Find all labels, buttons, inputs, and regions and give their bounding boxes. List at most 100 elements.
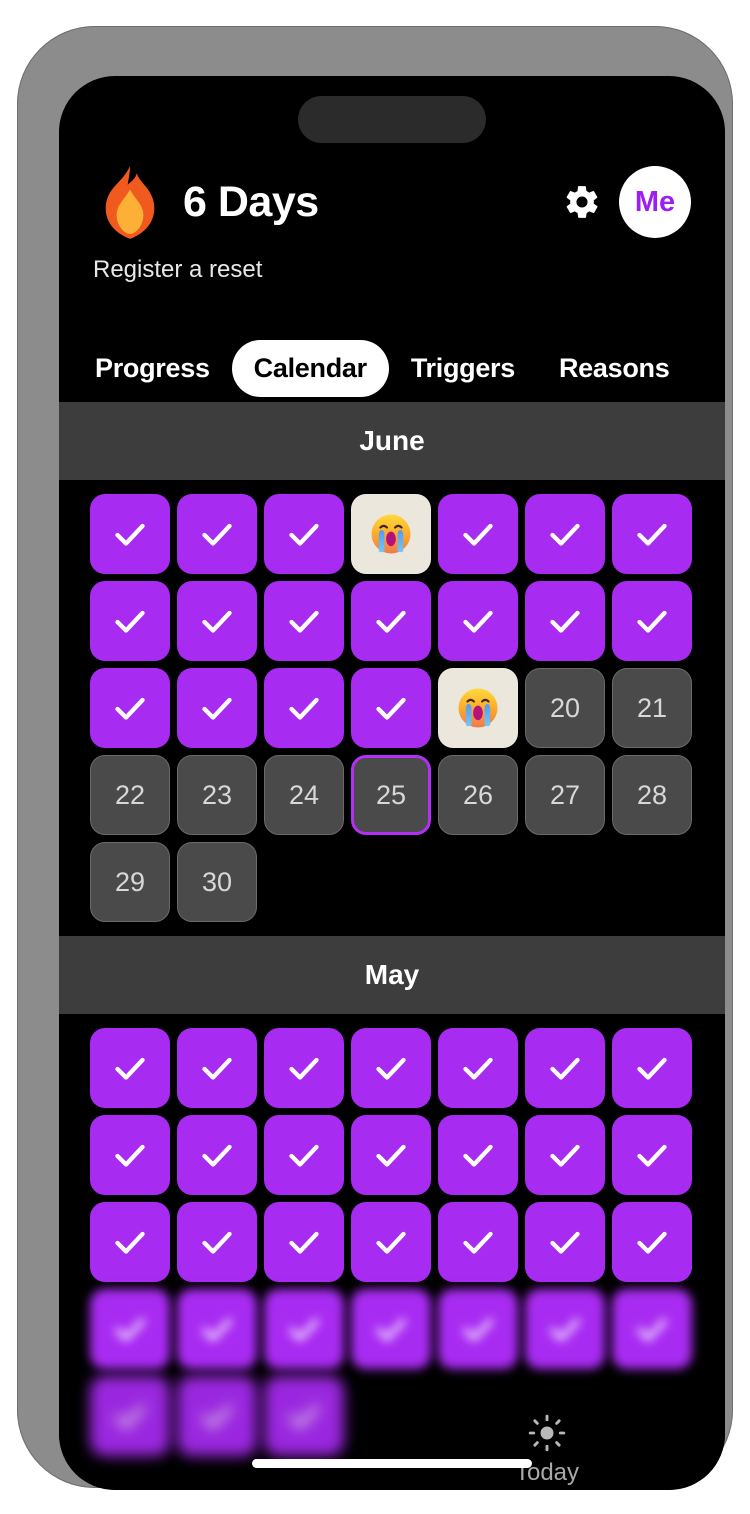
day-cell[interactable]	[438, 494, 518, 574]
day-cell[interactable]	[177, 1115, 257, 1195]
day-cell[interactable]	[438, 1028, 518, 1108]
calendar-scroll-area[interactable]: June 20 21 22 23 24 25 26 27 28 29 30 May	[59, 402, 725, 1490]
day-cell[interactable]: 24	[264, 755, 344, 835]
day-cell[interactable]	[612, 581, 692, 661]
day-cell[interactable]	[612, 1289, 692, 1369]
day-cell[interactable]	[177, 1376, 257, 1456]
day-cell[interactable]	[264, 1202, 344, 1282]
day-cell[interactable]: 25	[351, 755, 431, 835]
tab-calendar[interactable]: Calendar	[231, 339, 389, 397]
day-cell[interactable]	[264, 668, 344, 748]
check-icon	[637, 1318, 667, 1341]
day-cell[interactable]: 22	[90, 755, 170, 835]
day-cell[interactable]	[351, 1115, 431, 1195]
day-cell[interactable]	[525, 1115, 605, 1195]
day-grid: 20 21 22 23 24 25 26 27 28 29 30	[59, 480, 725, 936]
day-cell[interactable]	[612, 1028, 692, 1108]
day-number: 29	[114, 866, 146, 897]
check-icon	[550, 1231, 580, 1254]
gear-icon[interactable]	[563, 183, 601, 221]
check-icon	[376, 1318, 406, 1341]
day-cell[interactable]	[264, 581, 344, 661]
day-cell[interactable]	[90, 1115, 170, 1195]
day-cell[interactable]	[177, 1289, 257, 1369]
day-cell[interactable]	[525, 581, 605, 661]
register-reset-link[interactable]: Register a reset	[93, 256, 691, 284]
volume-down-button[interactable]	[26, 506, 33, 588]
day-cell[interactable]	[264, 494, 344, 574]
day-cell[interactable]: 20	[525, 668, 605, 748]
day-number: 27	[549, 779, 581, 810]
day-cell[interactable]: 30	[177, 842, 257, 922]
check-icon	[376, 1231, 406, 1254]
check-icon	[115, 1231, 145, 1254]
day-cell[interactable]	[90, 1028, 170, 1108]
check-icon	[637, 1057, 667, 1080]
day-cell[interactable]	[612, 1202, 692, 1282]
silent-switch-button[interactable]	[26, 318, 33, 364]
day-cell[interactable]	[90, 1376, 170, 1456]
day-cell[interactable]	[177, 668, 257, 748]
day-cell[interactable]	[264, 1376, 344, 1456]
check-icon	[550, 1318, 580, 1341]
check-icon	[289, 523, 319, 546]
day-number: 25	[375, 779, 407, 810]
tab-bar: Progress Calendar Triggers Reasons	[59, 334, 725, 402]
check-icon	[463, 1231, 493, 1254]
day-cell[interactable]	[177, 1028, 257, 1108]
check-icon	[463, 610, 493, 633]
check-icon	[202, 523, 232, 546]
dynamic-island	[298, 96, 486, 143]
day-cell[interactable]: 26	[438, 755, 518, 835]
day-cell[interactable]	[612, 1115, 692, 1195]
day-cell[interactable]	[177, 581, 257, 661]
day-cell[interactable]	[90, 1289, 170, 1369]
day-cell[interactable]	[177, 1202, 257, 1282]
day-cell[interactable]	[351, 1028, 431, 1108]
check-icon	[202, 610, 232, 633]
avatar[interactable]: Me	[619, 166, 691, 238]
check-icon	[376, 610, 406, 633]
day-cell[interactable]	[351, 581, 431, 661]
day-cell[interactable]	[351, 494, 431, 574]
check-icon	[289, 1318, 319, 1341]
header-actions: Me	[563, 166, 691, 238]
day-cell[interactable]	[90, 581, 170, 661]
day-cell[interactable]	[438, 668, 518, 748]
day-cell[interactable]: 29	[90, 842, 170, 922]
day-cell[interactable]	[438, 1289, 518, 1369]
day-cell[interactable]	[90, 1202, 170, 1282]
day-cell[interactable]	[264, 1289, 344, 1369]
day-cell[interactable]	[90, 668, 170, 748]
tab-reasons[interactable]: Reasons	[537, 340, 691, 397]
check-icon	[637, 1231, 667, 1254]
check-icon	[289, 1405, 319, 1428]
day-cell[interactable]: 23	[177, 755, 257, 835]
day-cell[interactable]	[351, 668, 431, 748]
day-cell[interactable]	[438, 1115, 518, 1195]
day-cell[interactable]	[351, 1289, 431, 1369]
day-cell[interactable]	[351, 1202, 431, 1282]
day-cell[interactable]	[264, 1115, 344, 1195]
day-cell[interactable]	[438, 581, 518, 661]
tab-triggers[interactable]: Triggers	[389, 340, 537, 397]
home-indicator[interactable]	[252, 1459, 532, 1468]
day-number: 23	[201, 779, 233, 810]
volume-up-button[interactable]	[26, 404, 33, 486]
day-cell[interactable]: 28	[612, 755, 692, 835]
day-cell[interactable]	[177, 494, 257, 574]
day-cell[interactable]	[525, 494, 605, 574]
tab-progress[interactable]: Progress	[73, 340, 232, 397]
day-cell[interactable]	[264, 1028, 344, 1108]
day-cell[interactable]	[525, 1202, 605, 1282]
day-cell[interactable]	[525, 1289, 605, 1369]
month-header: May	[59, 936, 725, 1014]
day-cell[interactable]	[612, 494, 692, 574]
day-cell[interactable]	[90, 494, 170, 574]
day-cell[interactable]	[525, 1028, 605, 1108]
day-cell[interactable]: 27	[525, 755, 605, 835]
day-cell[interactable]: 21	[612, 668, 692, 748]
today-button[interactable]: Today	[492, 1414, 602, 1487]
day-cell[interactable]	[438, 1202, 518, 1282]
check-icon	[463, 1144, 493, 1167]
